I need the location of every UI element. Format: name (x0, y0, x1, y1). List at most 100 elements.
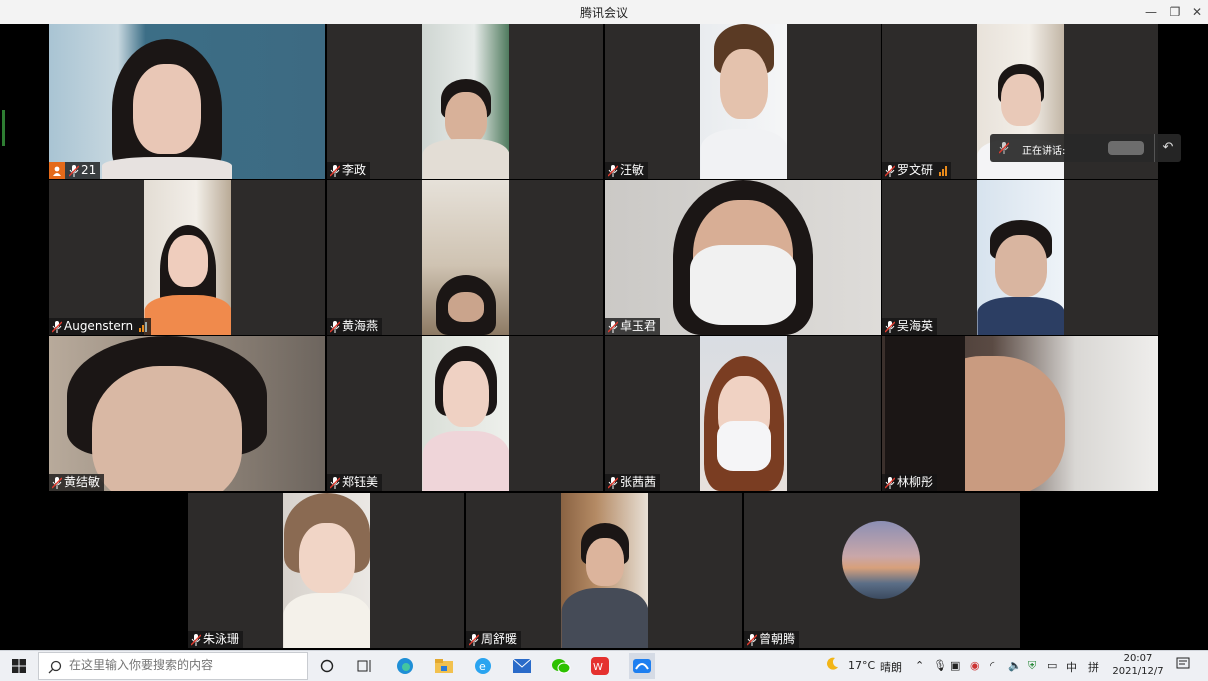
search-input[interactable] (69, 658, 299, 672)
speaking-label: 正在讲话: (1022, 146, 1066, 157)
avatar (842, 521, 920, 599)
wps-icon[interactable]: W (590, 656, 610, 676)
ie-icon[interactable]: e (473, 656, 493, 676)
participant-tile[interactable]: 黄海燕 (327, 180, 603, 335)
battery-icon[interactable]: ▭ (1047, 659, 1057, 672)
video-feed (977, 180, 1064, 335)
task-view-icon[interactable] (355, 656, 375, 676)
search-icon (48, 659, 62, 678)
participant-name: 林柳彤 (897, 475, 934, 489)
mic-icon (608, 320, 618, 333)
participant-tile[interactable]: 黄结敏 (49, 336, 325, 491)
cortana-icon[interactable] (317, 656, 337, 676)
participant-name: 汪敏 (620, 163, 645, 177)
svg-text:e: e (479, 660, 486, 673)
volume-icon[interactable]: 🔈 (1008, 659, 1022, 672)
participant-nametag: 汪敏 (605, 162, 649, 179)
signal-strength-icon (139, 321, 148, 332)
participant-name: 朱泳珊 (203, 632, 240, 646)
edge-icon[interactable] (395, 656, 415, 676)
mic-icon (330, 476, 340, 489)
clock-time: 20:07 (1123, 653, 1153, 664)
participant-name: 罗文研 (897, 163, 934, 177)
participant-nametag: 曾朝腾 (744, 631, 800, 648)
participant-nametag: 林柳彤 (882, 474, 938, 491)
file-explorer-icon[interactable] (434, 656, 454, 676)
search-box[interactable] (38, 652, 308, 680)
wechat-icon[interactable] (551, 656, 571, 676)
tencent-meeting-taskbar-icon[interactable] (629, 653, 655, 679)
weather-temp[interactable]: 17°C (848, 659, 875, 672)
taskbar: e W 17°C 晴朗 ⌃ 🎙 ▣ ◉ ◜ 🔈 ⛨ ▭ 中 拼 20:07 20… (0, 650, 1208, 681)
shield-icon[interactable]: ⛨ (1028, 659, 1036, 673)
participant-tile[interactable]: 张茜茜 (605, 336, 881, 491)
speaking-indicator: 正在讲话: ↶ (990, 134, 1181, 162)
wifi-icon[interactable]: ◜ (990, 659, 994, 672)
title-bar: 腾讯会议 — ❐ ✕ (0, 0, 1208, 24)
mic-icon (52, 320, 62, 333)
collapse-icon[interactable]: ↶ (1154, 134, 1181, 162)
notification-icon[interactable] (1176, 657, 1190, 674)
video-feed (700, 336, 787, 491)
side-level-indicator (2, 110, 5, 146)
participant-name: Augenstern (64, 319, 134, 333)
participant-nametag: 黄结敏 (49, 474, 105, 491)
video-feed (422, 180, 509, 335)
microphone-tray-icon[interactable]: 🎙 (933, 659, 947, 672)
security-tray-icon[interactable]: ◉ (970, 659, 980, 672)
participant-nametag: 罗文研 (882, 162, 952, 179)
window-title: 腾讯会议 (579, 6, 628, 20)
participant-tile[interactable]: 卓玉君 (605, 180, 881, 335)
close-button[interactable]: ✕ (1188, 3, 1206, 21)
clock[interactable]: 20:07 2021/12/7 (1110, 652, 1166, 678)
participant-name: 吴海英 (897, 319, 934, 333)
participant-tile[interactable]: 21 (49, 24, 325, 179)
chevron-up-icon[interactable]: ⌃ (915, 659, 924, 672)
participant-tile[interactable]: Augenstern (49, 180, 325, 335)
mic-icon (330, 164, 340, 177)
participant-nametag: 黄海燕 (327, 318, 383, 335)
signal-strength-icon (939, 165, 948, 176)
participant-tile[interactable]: 汪敏 (605, 24, 881, 179)
participant-nametag: 张茜茜 (605, 474, 661, 491)
minimize-button[interactable]: — (1142, 3, 1160, 21)
mic-icon (608, 164, 618, 177)
video-feed (605, 180, 881, 335)
mail-icon[interactable] (512, 656, 532, 676)
participant-nametag: 李政 (327, 162, 371, 179)
mic-icon (69, 164, 79, 177)
participant-nametag: 郑钰美 (327, 474, 383, 491)
clock-date: 2021/12/7 (1112, 666, 1164, 677)
mic-icon (52, 476, 62, 489)
ime-mode-indicator[interactable]: 拼 (1088, 659, 1099, 675)
host-icon (49, 162, 65, 179)
video-feed (882, 336, 1158, 491)
restore-button[interactable]: ❐ (1166, 3, 1184, 21)
participant-name: 郑钰美 (342, 475, 379, 489)
participant-tile[interactable]: 郑钰美 (327, 336, 603, 491)
ime-lang-indicator[interactable]: 中 (1066, 659, 1077, 675)
participant-tile[interactable]: 曾朝腾 (744, 493, 1020, 648)
participant-name: 黄海燕 (342, 319, 379, 333)
speaker-avatars (1108, 141, 1144, 155)
participant-name: 曾朝腾 (759, 632, 796, 646)
app-tray-icon[interactable]: ▣ (950, 659, 960, 672)
mic-icon (608, 476, 618, 489)
moon-icon (825, 657, 839, 674)
participant-name: 周舒暖 (481, 632, 518, 646)
video-feed (283, 493, 370, 648)
participant-nametag: Augenstern (49, 318, 152, 335)
participant-nametag: 21 (49, 162, 101, 179)
mic-icon (885, 476, 895, 489)
participant-tile[interactable]: 周舒暖 (466, 493, 742, 648)
participant-name: 黄结敏 (64, 475, 101, 489)
participant-tile[interactable]: 李政 (327, 24, 603, 179)
windows-start-icon[interactable] (9, 656, 29, 676)
mic-icon (191, 633, 201, 646)
participant-tile[interactable]: 朱泳珊 (188, 493, 464, 648)
participant-nametag: 朱泳珊 (188, 631, 244, 648)
participant-tile[interactable]: 吴海英 (882, 180, 1158, 335)
video-feed (49, 24, 325, 179)
weather-desc[interactable]: 晴朗 (880, 659, 902, 675)
participant-tile[interactable]: 林柳彤 (882, 336, 1158, 491)
